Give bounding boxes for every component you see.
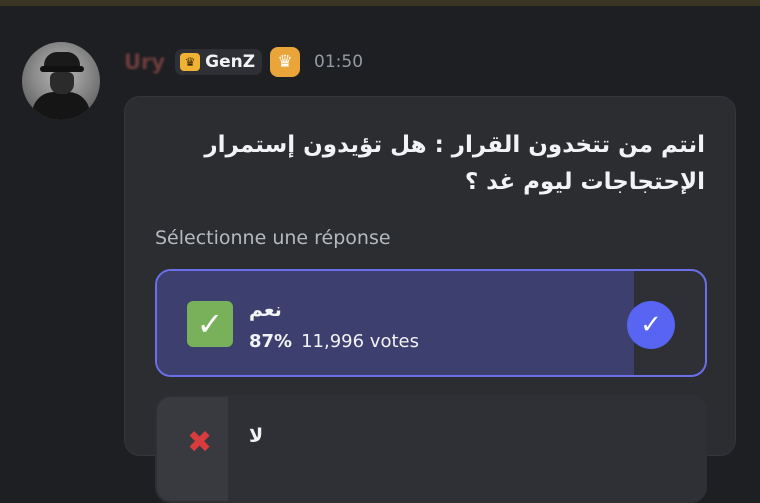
crown-icon[interactable]: ♛ <box>270 47 301 77</box>
message-timestamp: 01:50 <box>314 52 364 72</box>
poll-answer-votes: 11,996 votes <box>301 331 419 352</box>
guild-tag-label: GenZ <box>205 52 256 72</box>
poll-answer-label: لا <box>249 425 264 447</box>
poll-answer-yes[interactable]: ✓ نعم 87% 11,996 votes ✓ <box>155 269 707 377</box>
message-header: Ury ♛ GenZ ♛ 01:50 <box>124 44 363 80</box>
avatar-figure-face <box>50 72 74 94</box>
poll-question: انتم من تتخدون القرار : هل تؤيدون إستمرا… <box>204 132 705 195</box>
poll-answer-percent: 87% <box>249 331 293 352</box>
cross-mark-icon: ✖ <box>187 425 213 460</box>
avatar-figure-body <box>32 92 90 120</box>
selected-check-icon: ✓ <box>627 301 675 349</box>
poll-answer-stats: 87% 11,996 votes <box>249 331 419 352</box>
poll-answer-no[interactable]: ✖ لا <box>155 395 707 503</box>
poll-hint: Sélectionne une réponse <box>155 227 391 249</box>
avatar-figure-visor <box>40 66 84 72</box>
poll-answer-label: نعم <box>249 299 282 321</box>
top-strip <box>0 0 760 6</box>
check-mark-button-icon: ✓ <box>187 301 233 347</box>
crown-shield-icon: ♛ <box>180 53 201 71</box>
username[interactable]: Ury <box>124 50 165 74</box>
guild-tag[interactable]: ♛ GenZ <box>175 49 263 75</box>
poll-card: انتم من تتخدون القرار : هل تؤيدون إستمرا… <box>124 96 736 503</box>
user-avatar[interactable] <box>22 42 100 120</box>
